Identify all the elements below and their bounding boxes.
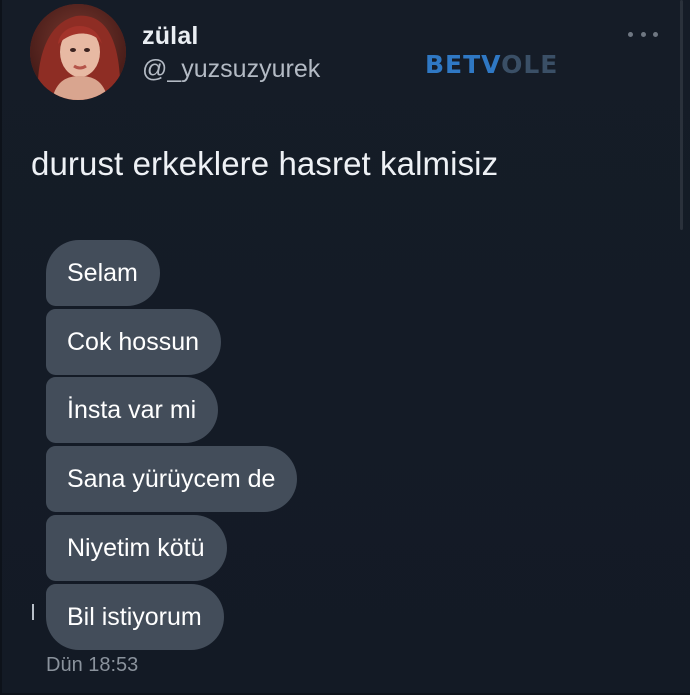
tweet-text: durust erkeklere hasret kalmisiz [31, 145, 499, 182]
message-bubble: Sana yürüycem de [46, 446, 298, 512]
message-timestamp: Dün 18:53 [46, 654, 139, 676]
watermark: BETVOLE [425, 50, 558, 79]
tweet-screenshot: zülal @_yuzsuzyurek BETVOLE durust erkek… [0, 0, 690, 695]
profile-photo-icon [30, 4, 126, 100]
dot [640, 31, 646, 37]
watermark-part2: OLE [501, 50, 559, 79]
display-name[interactable]: zülal [142, 22, 199, 51]
message-bubble: Niyetim kötü [46, 515, 227, 581]
dot [653, 31, 658, 37]
avatar[interactable] [30, 4, 126, 100]
watermark-part1: BETV [425, 50, 502, 79]
user-handle[interactable]: @_yuzsuzyurek [142, 55, 320, 84]
message-bubble: Bil istiyorum [46, 584, 224, 650]
dot [628, 31, 633, 37]
scrollbar[interactable] [680, 0, 683, 230]
text-cursor-mark [32, 604, 34, 620]
more-dots-icon[interactable] [628, 26, 658, 42]
message-bubble: İnsta var mi [46, 377, 219, 443]
message-bubble: Selam [46, 240, 160, 306]
message-bubble: Cok hossun [46, 309, 222, 375]
